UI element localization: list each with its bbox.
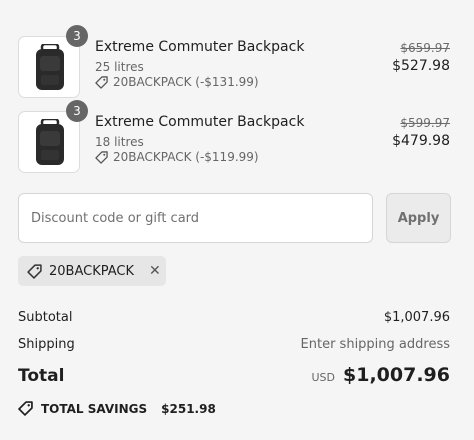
- applied-discount-chip: 20BACKPACK ✕: [18, 256, 166, 286]
- product-variant: 25 litres: [95, 60, 144, 74]
- savings-label: TOTAL SAVINGS: [41, 401, 148, 416]
- total-value: $1,007.96: [343, 364, 450, 386]
- total-savings: TOTAL SAVINGS $251.98: [18, 401, 216, 416]
- tag-icon: [95, 150, 108, 164]
- applied-code-text: 20BACKPACK: [49, 263, 135, 279]
- original-price: $599.97: [400, 116, 450, 130]
- item-price: $527.98: [392, 58, 450, 74]
- savings-value: $251.98: [161, 401, 216, 416]
- subtotal-row: Subtotal $1,007.96: [18, 310, 456, 325]
- quantity-badge: 3: [66, 25, 88, 47]
- item-discount: 20BACKPACK (-$131.99): [95, 75, 259, 89]
- discount-code-input[interactable]: [18, 193, 373, 243]
- backpack-icon: [36, 119, 64, 165]
- original-price: $659.97: [400, 41, 450, 55]
- tag-icon: [95, 75, 108, 89]
- tag-icon: [27, 263, 42, 279]
- product-name: Extreme Commuter Backpack: [95, 39, 305, 55]
- line-item: 3 Extreme Commuter Backpack 18 litres 20…: [18, 100, 456, 173]
- quantity-badge: 3: [66, 100, 88, 122]
- shipping-label: Shipping: [18, 337, 75, 352]
- shipping-value: Enter shipping address: [300, 337, 450, 352]
- tag-icon: [18, 401, 33, 416]
- line-item: 3 Extreme Commuter Backpack 25 litres 20…: [18, 25, 456, 98]
- product-variant: 18 litres: [95, 135, 144, 149]
- currency-code: USD: [311, 371, 336, 384]
- item-discount-text: 20BACKPACK (-$131.99): [113, 75, 259, 89]
- subtotal-value: $1,007.96: [383, 310, 450, 325]
- subtotal-label: Subtotal: [18, 310, 73, 325]
- product-name: Extreme Commuter Backpack: [95, 114, 305, 130]
- apply-button[interactable]: Apply: [386, 193, 451, 243]
- item-discount: 20BACKPACK (-$119.99): [95, 150, 259, 164]
- item-price: $479.98: [392, 133, 450, 149]
- total-label: Total: [18, 366, 65, 386]
- total-amount: USD $1,007.96: [312, 364, 451, 386]
- shipping-row: Shipping Enter shipping address: [18, 337, 456, 352]
- close-icon[interactable]: ✕: [149, 263, 161, 279]
- item-discount-text: 20BACKPACK (-$119.99): [113, 150, 259, 164]
- backpack-icon: [36, 44, 64, 90]
